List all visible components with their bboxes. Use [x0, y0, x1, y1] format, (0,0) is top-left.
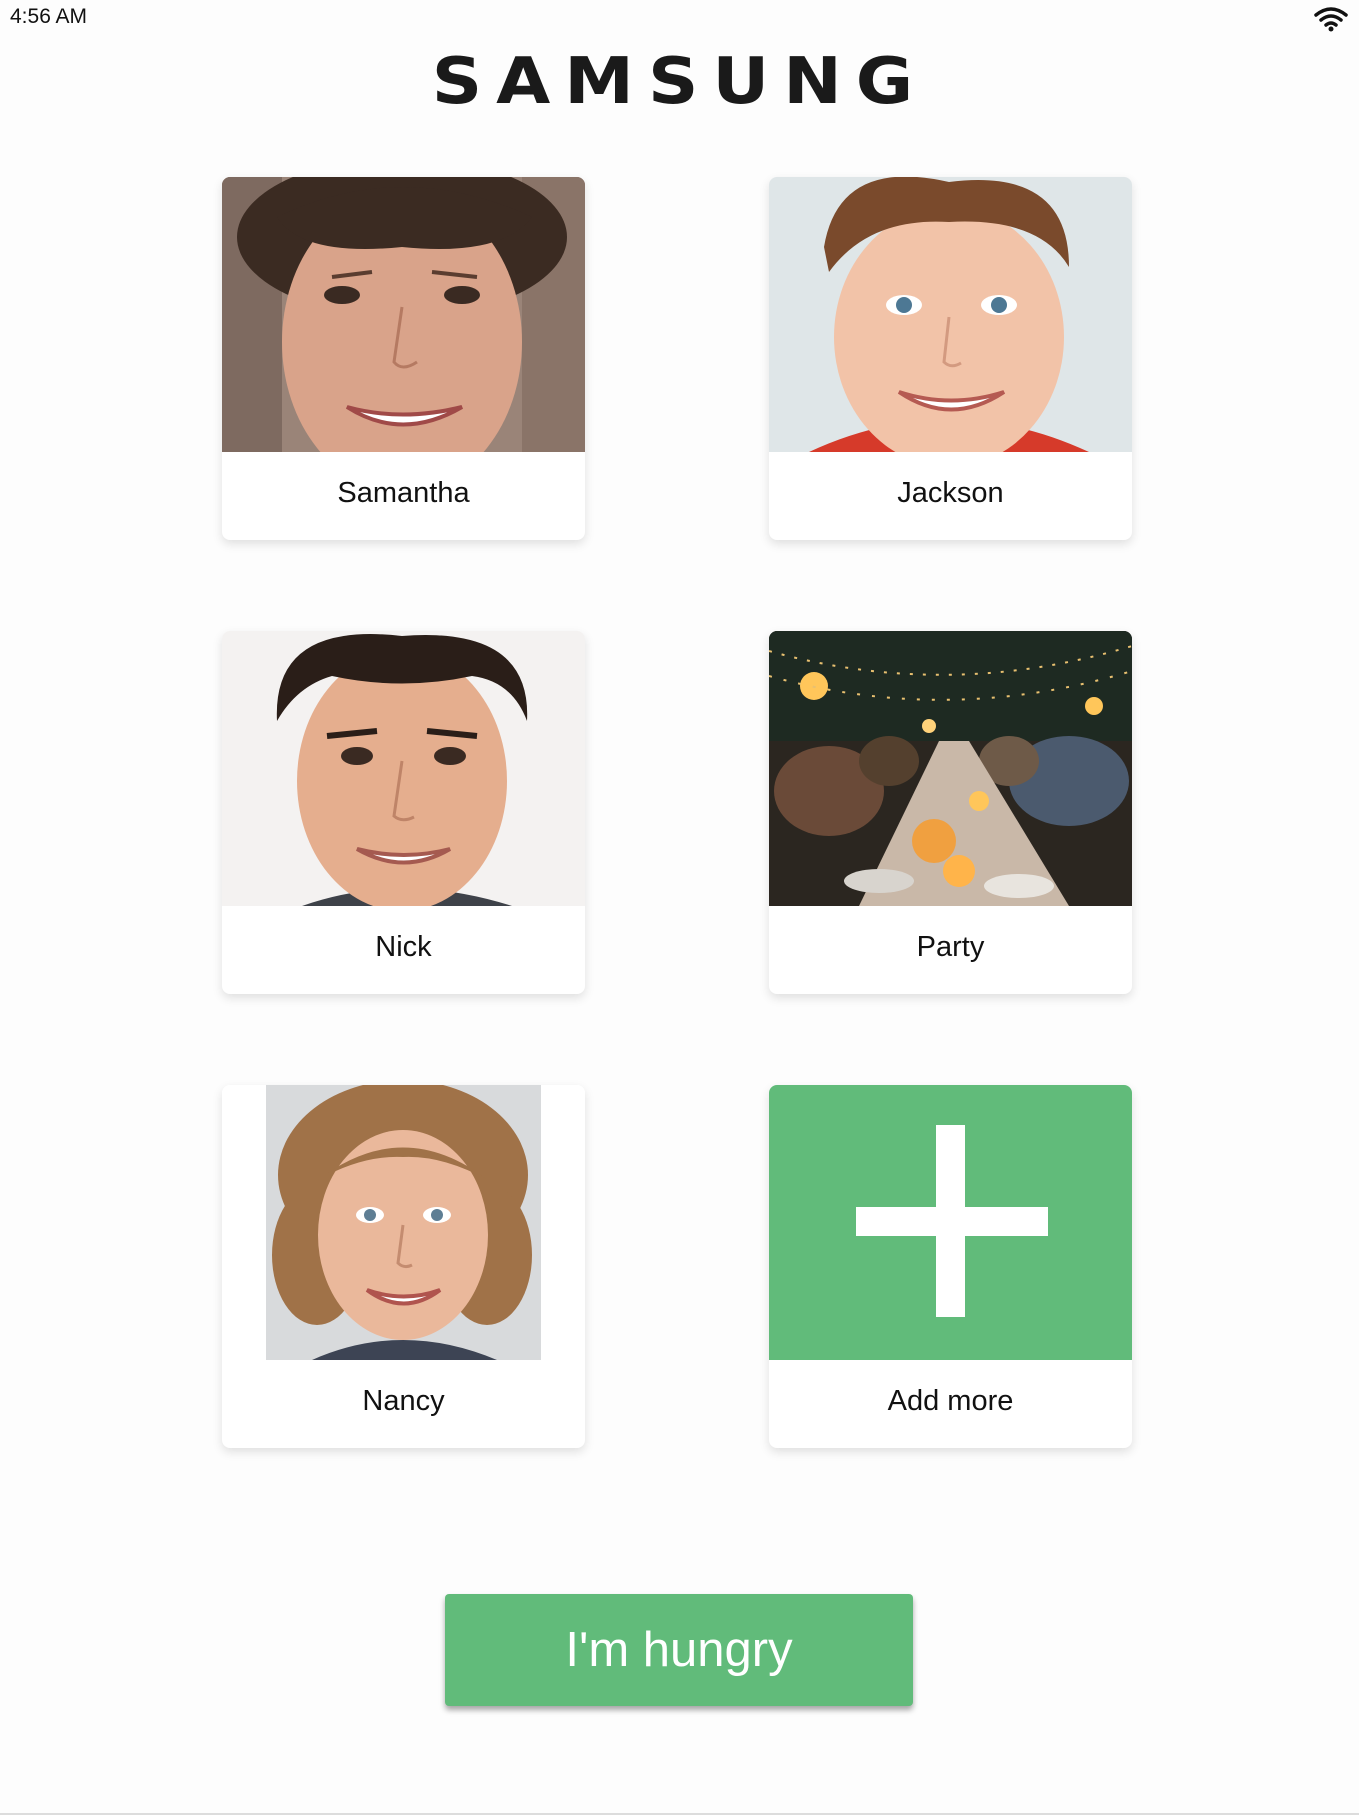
portrait-photo [769, 177, 1132, 452]
card-label: Nick [375, 931, 432, 963]
card-label: Samantha [337, 477, 470, 509]
wifi-icon [1314, 6, 1348, 32]
card-party[interactable]: Party [769, 631, 1132, 994]
samsung-logo: SAMSUNG [431, 43, 928, 119]
portrait-photo [222, 1085, 585, 1360]
party-photo [769, 631, 1132, 906]
card-label: Nancy [362, 1385, 445, 1417]
card-label: Jackson [897, 477, 1004, 509]
portrait-photo [222, 177, 585, 452]
plus-icon [769, 1085, 1132, 1360]
card-jackson[interactable]: Jackson [769, 177, 1132, 540]
card-nick[interactable]: Nick [222, 631, 585, 994]
status-time: 4:56 AM [10, 5, 88, 28]
card-nancy[interactable]: Nancy [222, 1085, 585, 1448]
screen: 4:56 AM SAMSUNG Samantha Jackson Nick Pa… [0, 0, 1359, 1815]
im-hungry-button[interactable]: I'm hungry [445, 1594, 913, 1706]
card-samantha[interactable]: Samantha [222, 177, 585, 540]
portrait-photo [222, 631, 585, 906]
card-label: Party [916, 931, 985, 963]
card-label: Add more [887, 1385, 1014, 1417]
add-more-card[interactable]: Add more [769, 1085, 1132, 1448]
